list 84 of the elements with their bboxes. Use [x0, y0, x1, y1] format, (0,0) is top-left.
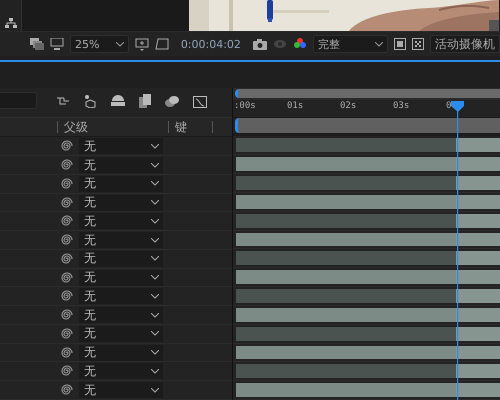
layer-bar[interactable]	[236, 346, 500, 360]
graph-editor-icon[interactable]	[193, 94, 207, 108]
parent-dropdown[interactable]: 无	[79, 270, 163, 286]
caret-icon[interactable]	[375, 42, 383, 46]
layer-bar[interactable]	[236, 270, 500, 284]
parent-pick-whip-icon[interactable]	[61, 346, 73, 359]
layer-bar[interactable]	[236, 232, 500, 246]
caret-icon[interactable]	[151, 294, 159, 299]
parent-dropdown[interactable]: 无	[79, 194, 163, 211]
flowchart-icon[interactable]	[57, 96, 69, 106]
layer-bar[interactable]	[236, 214, 500, 228]
layers-icon[interactable]	[30, 38, 44, 50]
network-icon[interactable]	[4, 18, 16, 28]
parent-pick-whip-icon[interactable]	[61, 384, 73, 396]
zoom-dropdown[interactable]: 25%	[70, 35, 129, 53]
parent-dropdown[interactable]: 无	[79, 344, 163, 361]
parent-dropdown[interactable]: 无	[79, 363, 163, 380]
timecode[interactable]: 0:00:04:02	[180, 38, 241, 50]
camera-dropdown[interactable]: 活动摄像机	[430, 35, 500, 53]
caret-icon[interactable]	[151, 275, 159, 280]
frame-icon[interactable]	[394, 38, 406, 50]
layer-bar[interactable]	[236, 364, 500, 378]
caret-icon[interactable]	[151, 181, 159, 186]
ruler-label: 02s	[340, 100, 356, 111]
layer-bar[interactable]	[236, 157, 500, 172]
camera-icon[interactable]	[252, 38, 267, 50]
layer-bar[interactable]	[236, 308, 500, 322]
parent-dropdown[interactable]: 无	[79, 382, 163, 398]
layer-bar[interactable]	[236, 383, 500, 398]
caret-icon[interactable]	[151, 331, 159, 336]
column-header: 父级	[63, 118, 89, 136]
parent-pick-whip-icon[interactable]	[61, 140, 73, 152]
parent-pick-whip-icon[interactable]	[61, 252, 73, 265]
parent-dropdown[interactable]: 无	[79, 138, 163, 154]
playhead[interactable]	[451, 101, 464, 400]
caret-icon[interactable]	[151, 350, 159, 356]
layer-bar[interactable]	[236, 251, 500, 266]
layer-bar[interactable]	[236, 289, 500, 303]
parent-dropdown[interactable]: 无	[79, 157, 163, 174]
parent-pick-whip-icon[interactable]	[61, 234, 73, 246]
parent-dropdown[interactable]: 无	[79, 307, 163, 324]
ruler-label: 03s	[393, 100, 410, 111]
stacked-discs-icon[interactable]	[165, 94, 179, 107]
caret-icon[interactable]	[151, 256, 159, 262]
layer-bar[interactable]	[236, 326, 500, 341]
column-header: 键	[174, 118, 188, 136]
parent-dropdown[interactable]: 无	[79, 232, 163, 248]
ruler-label: :00s	[234, 100, 256, 111]
caret-icon[interactable]	[151, 162, 159, 168]
work-area-bar[interactable]	[235, 118, 500, 134]
parent-pick-whip-icon[interactable]	[61, 178, 73, 190]
monitor-icon[interactable]	[50, 38, 64, 50]
parent-pick-whip-icon[interactable]	[61, 215, 73, 228]
caret-icon[interactable]	[151, 388, 159, 393]
time-navigator[interactable]	[235, 89, 500, 98]
caret-icon[interactable]	[151, 218, 159, 224]
parent-dropdown[interactable]: 无	[79, 176, 163, 192]
parent-dropdown[interactable]: 无	[79, 250, 163, 267]
parent-pick-whip-icon[interactable]	[61, 365, 73, 378]
caret-icon[interactable]	[151, 368, 159, 374]
caret-icon[interactable]	[151, 200, 159, 206]
region-icon[interactable]	[134, 37, 149, 51]
parent-pick-whip-icon[interactable]	[61, 272, 73, 284]
parent-pick-whip-icon[interactable]	[61, 196, 73, 209]
checkerboard-icon[interactable]	[412, 38, 424, 50]
ruler-label: 0	[446, 100, 452, 111]
parent-dropdown[interactable]: 无	[79, 326, 163, 342]
caret-icon[interactable]	[116, 42, 124, 46]
layer-bar[interactable]	[236, 176, 500, 190]
resolution-dropdown[interactable]: 完整	[312, 35, 388, 53]
parent-pick-whip-icon[interactable]	[61, 328, 73, 340]
layer-bar[interactable]	[236, 194, 500, 209]
ruler-label: 01s	[287, 100, 304, 111]
caret-icon[interactable]	[151, 312, 159, 318]
parent-dropdown[interactable]: 无	[79, 288, 163, 304]
parent-pick-whip-icon[interactable]	[61, 159, 73, 172]
parent-pick-whip-icon[interactable]	[61, 309, 73, 322]
color-channels-icon[interactable]	[292, 37, 307, 51]
parent-dropdown[interactable]: 无	[79, 213, 163, 230]
caret-icon[interactable]	[151, 144, 159, 149]
parent-pick-whip-icon[interactable]	[61, 290, 73, 302]
layer-bar[interactable]	[236, 138, 500, 152]
caret-icon[interactable]	[151, 238, 159, 243]
pages-icon[interactable]	[139, 94, 151, 108]
